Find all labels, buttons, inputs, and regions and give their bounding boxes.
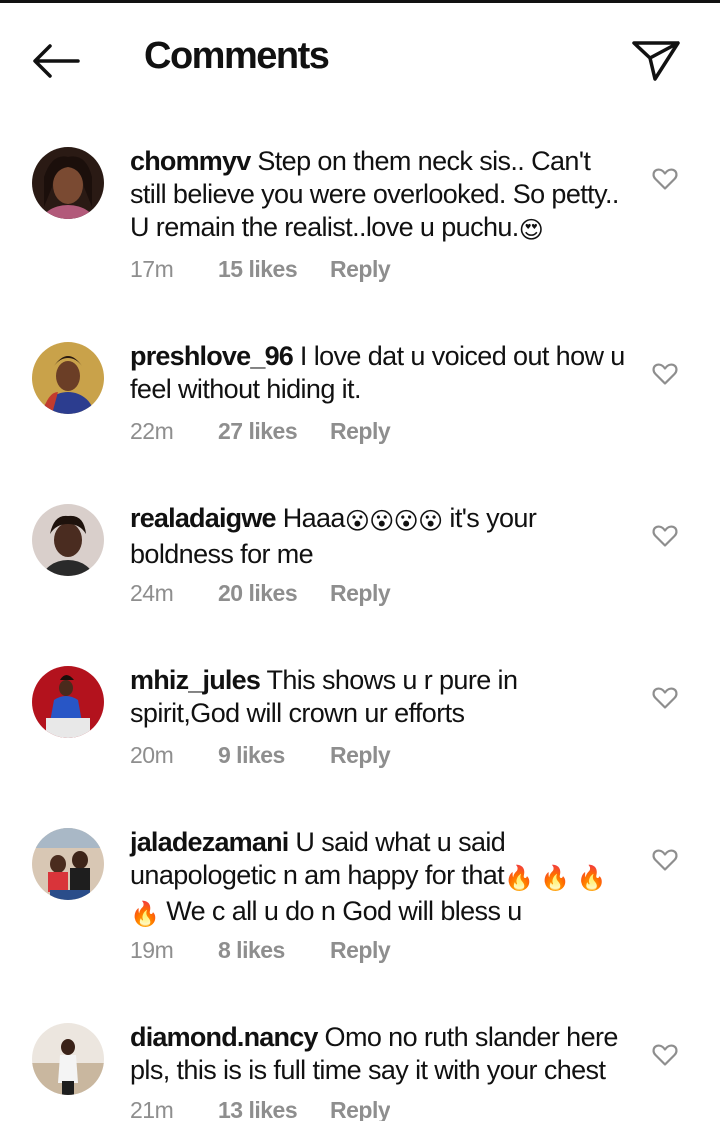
comment-time: 19m — [130, 937, 174, 963]
comment-time: 22m — [130, 418, 174, 444]
comment-meta: 20m 9 likes Reply — [130, 742, 391, 774]
comment-text: realadaigwe Haaa😮😮😮😮 it's your boldness … — [130, 502, 625, 571]
comment-username[interactable]: chommyv — [130, 146, 251, 176]
comment-username[interactable]: diamond.nancy — [130, 1022, 318, 1052]
heart-icon[interactable] — [652, 1043, 678, 1067]
comment-meta: 24m 20 likes Reply — [130, 580, 391, 612]
comment-time: 17m — [130, 256, 174, 282]
comment-likes[interactable]: 27 likes — [218, 418, 330, 445]
page-title: Comments — [144, 35, 330, 77]
comment-text: diamond.nancy Omo no ruth slander here p… — [130, 1021, 625, 1087]
comment-username[interactable]: jaladezamani — [130, 827, 289, 857]
comment-text: jaladezamani U said what u said unapolog… — [130, 826, 625, 931]
comment-likes[interactable]: 8 likes — [218, 937, 330, 964]
comment-time: 20m — [130, 742, 174, 768]
reply-button[interactable]: Reply — [330, 580, 391, 607]
share-button[interactable] — [630, 39, 682, 83]
comment-time: 24m — [130, 580, 174, 606]
reply-button[interactable]: Reply — [330, 1097, 390, 1121]
comment-username[interactable]: preshlove_96 — [130, 341, 294, 371]
comment-likes[interactable]: 9 likes — [218, 742, 330, 769]
avatar[interactable] — [32, 1023, 104, 1095]
comment-meta: 17m 15 likes Reply — [130, 256, 391, 288]
comment-time: 21m — [130, 1097, 174, 1121]
avatar[interactable] — [32, 342, 104, 414]
comment-body-end: We c all u do n God will bless u — [159, 896, 522, 926]
comment-body-start: Haaa — [282, 503, 346, 533]
paper-plane-icon — [632, 41, 680, 81]
comment-meta: 19m 8 likes Reply — [130, 937, 391, 969]
heart-icon[interactable] — [652, 848, 678, 872]
reply-button[interactable]: Reply — [330, 937, 391, 964]
comment-text: chommyv Step on them neck sis.. Can't st… — [130, 145, 625, 247]
comment-likes[interactable]: 15 likes — [218, 256, 330, 283]
astonished-emoji: 😮😮😮😮 — [344, 507, 443, 535]
heart-icon[interactable] — [652, 524, 678, 548]
comment-text: preshlove_96 I love dat u voiced out how… — [130, 340, 625, 406]
back-button[interactable] — [28, 39, 84, 83]
header: Comments — [0, 3, 720, 113]
heart-icon[interactable] — [652, 167, 678, 191]
reply-button[interactable]: Reply — [330, 256, 391, 283]
avatar[interactable] — [32, 147, 104, 219]
reply-button[interactable]: Reply — [330, 418, 391, 445]
avatar[interactable] — [32, 504, 104, 576]
avatar[interactable] — [32, 666, 104, 738]
comment-username[interactable]: mhiz_jules — [130, 665, 261, 695]
reply-button[interactable]: Reply — [330, 742, 391, 769]
comment-likes[interactable]: 20 likes — [218, 580, 330, 607]
heart-eyes-emoji: 😍 — [518, 216, 544, 244]
arrow-left-icon — [33, 44, 80, 78]
comment-username[interactable]: realadaigwe — [130, 503, 277, 533]
heart-icon[interactable] — [652, 362, 678, 386]
comment-text: mhiz_jules This shows u r pure in spirit… — [130, 664, 625, 730]
comment-likes[interactable]: 13 likes — [218, 1097, 330, 1121]
avatar[interactable] — [32, 828, 104, 900]
heart-icon[interactable] — [652, 686, 678, 710]
comment-meta: 21m 13 likes Reply — [130, 1097, 390, 1121]
comment-meta: 22m 27 likes Reply — [130, 418, 391, 450]
